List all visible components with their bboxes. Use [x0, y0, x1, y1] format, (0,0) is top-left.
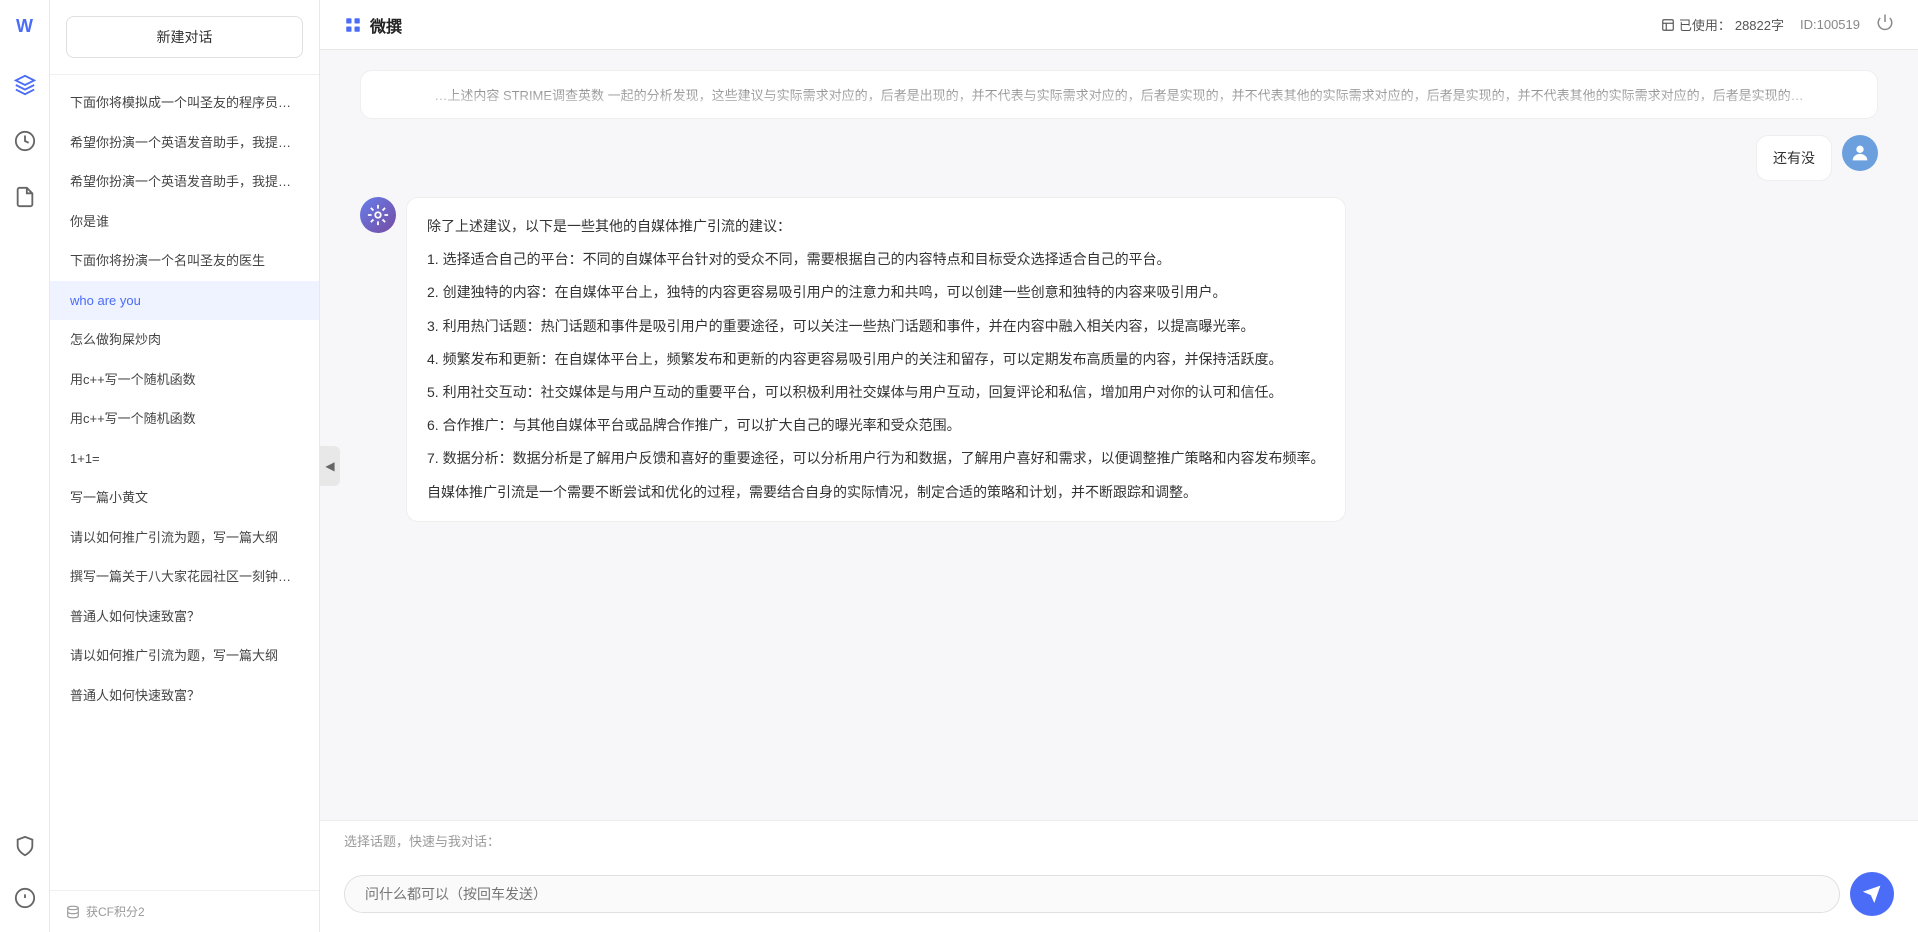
ai-avatar [360, 197, 396, 233]
usage-info: 已使用： 28822字 [1661, 15, 1784, 34]
new-chat-button[interactable]: 新建对话 [66, 16, 303, 58]
nav-home-icon[interactable] [7, 67, 43, 103]
ai-response-conclusion: 自媒体推广引流是一个需要不断尝试和优化的过程，需要结合自身的实际情况，制定合适的… [427, 480, 1325, 505]
prev-message: …上述内容 STRIME调查英数 一起的分析发现，这些建议与实际需求对应的，后者… [360, 70, 1878, 119]
sidebar-list: 下面你将模拟成一个叫圣友的程序员，我说...希望你扮演一个英语发音助手，我提供给… [50, 75, 319, 890]
sidebar-item[interactable]: 请以如何推广引流为题，写一篇大纲 [50, 518, 319, 558]
sidebar-item[interactable]: 撰写一篇关于八大家花园社区一刻钟便民生... [50, 557, 319, 597]
ai-response-point: 3. 利用热门话题：热门话题和事件是吸引用户的重要途径，可以关注一些热门话题和事… [427, 314, 1325, 339]
power-button[interactable] [1876, 13, 1894, 36]
sidebar-item[interactable]: 用c++写一个随机函数 [50, 399, 319, 439]
usage-value: 28822字 [1735, 15, 1784, 34]
ai-response-point: 2. 创建独特的内容：在自媒体平台上，独特的内容更容易吸引用户的注意力和共鸣，可… [427, 280, 1325, 305]
topbar: 微撰 已使用： 28822字 ID:100519 [320, 0, 1918, 50]
collapse-sidebar-button[interactable]: ◀ [320, 446, 340, 486]
ai-response-point: 6. 合作推广：与其他自媒体平台或品牌合作推广，可以扩大自己的曝光率和受众范围。 [427, 413, 1325, 438]
nav-clock-icon[interactable] [7, 123, 43, 159]
sidebar-header: 新建对话 [50, 0, 319, 75]
prev-message-text: …上述内容 STRIME调查英数 一起的分析发现，这些建议与实际需求对应的，后者… [434, 88, 1803, 103]
usage-icon [1661, 18, 1675, 32]
sidebar: 新建对话 下面你将模拟成一个叫圣友的程序员，我说...希望你扮演一个英语发音助手… [50, 0, 320, 932]
user-id: ID:100519 [1800, 17, 1860, 32]
user-message: 还有没 [360, 135, 1878, 181]
sidebar-bottom: 获CF积分2 [50, 890, 319, 932]
nav-file-icon[interactable] [7, 179, 43, 215]
chat-input[interactable] [344, 875, 1840, 913]
usage-label: 已使用： [1679, 15, 1731, 34]
collapse-icon: ◀ [325, 459, 334, 473]
ai-bubble: 除了上述建议，以下是一些其他的自媒体推广引流的建议：1. 选择适合自己的平台：不… [406, 197, 1346, 522]
ai-response-point: 7. 数据分析：数据分析是了解用户反馈和喜好的重要途径，可以分析用户行为和数据，… [427, 446, 1325, 471]
send-button[interactable] [1850, 872, 1894, 916]
ai-response-point: 4. 频繁发布和更新：在自媒体平台上，频繁发布和更新的内容更容易吸引用户的关注和… [427, 347, 1325, 372]
ai-response-point: 5. 利用社交互动：社交媒体是与用户互动的重要平台，可以积极利用社交媒体与用户互… [427, 380, 1325, 405]
sidebar-item[interactable]: 下面你将扮演一个名叫圣友的医生 [50, 241, 319, 281]
sidebar-item[interactable]: 你是谁 [50, 202, 319, 242]
ai-message: 除了上述建议，以下是一些其他的自媒体推广引流的建议：1. 选择适合自己的平台：不… [360, 197, 1878, 522]
nav-info-icon[interactable] [7, 880, 43, 916]
sidebar-item[interactable]: 下面你将模拟成一个叫圣友的程序员，我说... [50, 83, 319, 123]
sidebar-item[interactable]: 希望你扮演一个英语发音助手，我提供给你... [50, 123, 319, 163]
send-icon [1863, 885, 1881, 903]
sidebar-item[interactable]: 写一篇小黄文 [50, 478, 319, 518]
app-logo: W [16, 16, 33, 37]
topbar-left: 微撰 [344, 13, 402, 37]
sidebar-bottom-label: 获CF积分2 [86, 903, 145, 920]
ai-response-point: 1. 选择适合自己的平台：不同的自媒体平台针对的受众不同，需要根据自己的内容特点… [427, 247, 1325, 272]
quick-bar: 选择话题，快速与我对话： [320, 820, 1918, 862]
sidebar-item[interactable]: 普通人如何快速致富？ [50, 676, 319, 716]
sidebar-item[interactable]: 普通人如何快速致富？ [50, 597, 319, 637]
user-bubble: 还有没 [1756, 135, 1832, 181]
app-title: 微撰 [370, 13, 402, 37]
sidebar-item[interactable]: who are you [50, 281, 319, 321]
topbar-logo-icon [344, 16, 362, 34]
nav-shield-icon[interactable] [7, 828, 43, 864]
input-area [320, 862, 1918, 932]
quick-bar-label: 选择话题，快速与我对话： [344, 831, 1894, 850]
sidebar-item[interactable]: 怎么做狗屎炒肉 [50, 320, 319, 360]
sidebar-item[interactable]: 用c++写一个随机函数 [50, 360, 319, 400]
sidebar-item[interactable]: 希望你扮演一个英语发音助手，我提供给你... [50, 162, 319, 202]
user-message-text: 还有没 [1773, 150, 1815, 166]
bottom-icons [7, 828, 43, 916]
main-area: 微撰 已使用： 28822字 ID:100519 …上述内容 STRIME调查 [320, 0, 1918, 932]
topbar-right: 已使用： 28822字 ID:100519 [1661, 13, 1894, 36]
chat-area: …上述内容 STRIME调查英数 一起的分析发现，这些建议与实际需求对应的，后者… [320, 50, 1918, 820]
icon-bar: W [0, 0, 50, 932]
sidebar-item[interactable]: 1+1= [50, 439, 319, 479]
sidebar-item[interactable]: 请以如何推广引流为题，写一篇大纲 [50, 636, 319, 676]
user-avatar [1842, 135, 1878, 171]
